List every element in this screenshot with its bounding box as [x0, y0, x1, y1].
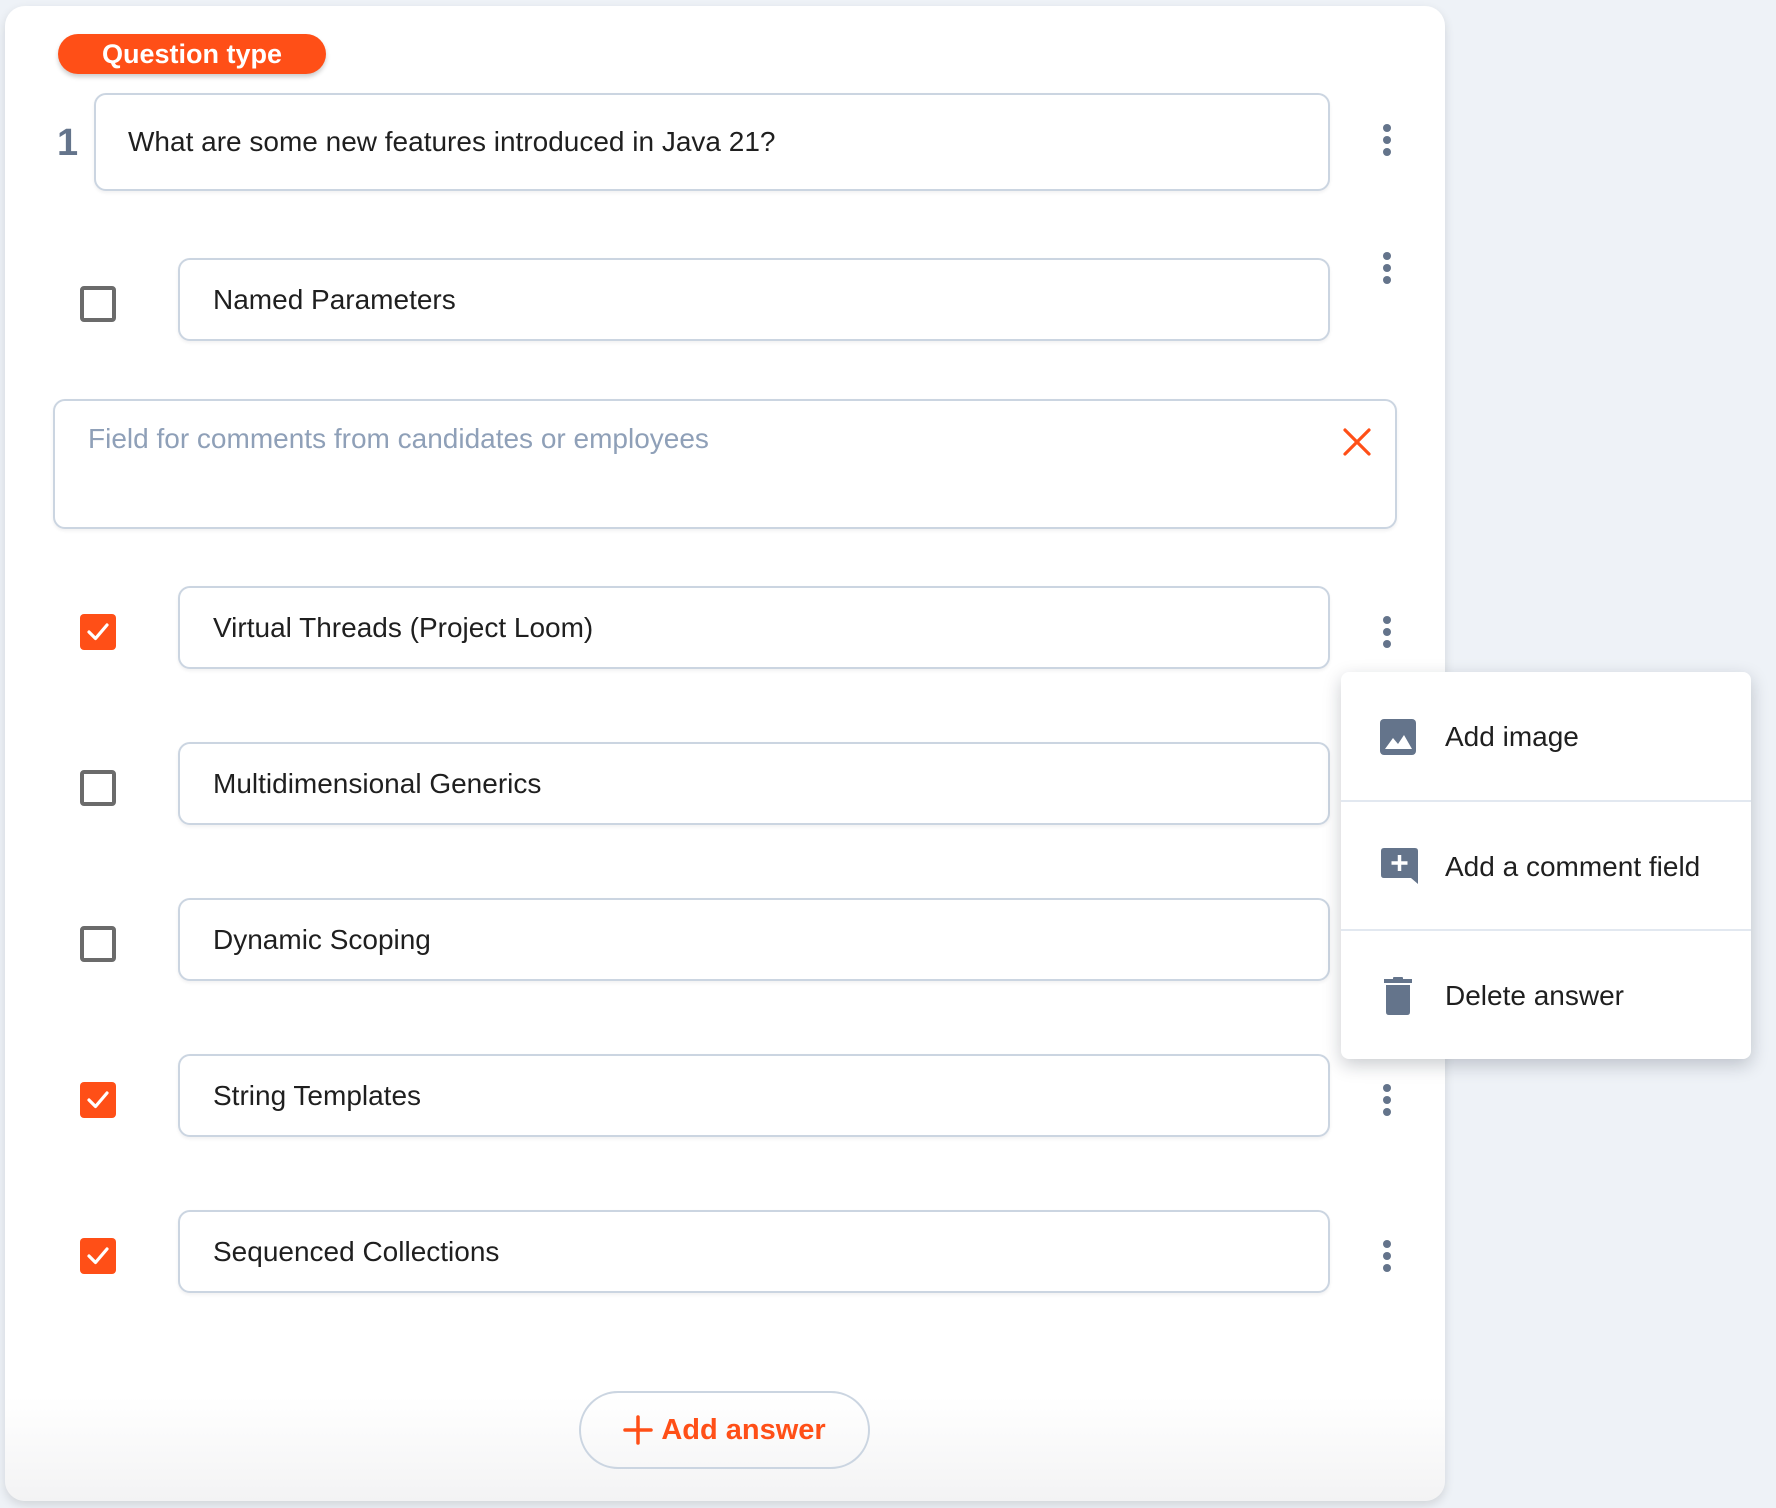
checkmark-icon [87, 1091, 109, 1109]
answer-more-button[interactable] [1375, 1078, 1399, 1122]
kebab-dot [1383, 1084, 1391, 1092]
menu-item-label: Add image [1445, 720, 1579, 752]
checkmark-icon [87, 1247, 109, 1265]
answer-checkbox-checked[interactable] [80, 614, 116, 650]
answer-more-button[interactable] [1375, 610, 1399, 654]
menu-item-label: Add a comment field [1445, 850, 1701, 882]
menu-item-label: Delete answer [1445, 979, 1624, 1011]
kebab-dot [1383, 136, 1391, 144]
question-number: 1 [57, 122, 79, 164]
answer-input[interactable]: Sequenced Collections [178, 1210, 1330, 1293]
answer-checkbox-checked[interactable] [80, 1082, 116, 1118]
kebab-dot [1383, 124, 1391, 132]
kebab-dot [1383, 628, 1391, 636]
answer-text: Dynamic Scoping [213, 923, 431, 955]
kebab-dot [1383, 1240, 1391, 1248]
answer-checkbox[interactable] [80, 286, 116, 322]
answer-input[interactable]: Dynamic Scoping [178, 898, 1330, 981]
trash-icon [1384, 976, 1412, 1015]
answer-input[interactable]: Named Parameters [178, 258, 1330, 341]
kebab-dot [1383, 640, 1391, 648]
kebab-dot [1383, 616, 1391, 624]
add-answer-button[interactable]: Add answer [579, 1391, 870, 1469]
remove-comment-button[interactable] [1342, 427, 1372, 457]
kebab-dot [1383, 148, 1391, 156]
image-icon [1380, 718, 1416, 755]
menu-item-add-image[interactable]: Add image [1341, 672, 1751, 801]
menu-item-delete-answer[interactable]: Delete answer [1341, 931, 1751, 1060]
answer-more-button[interactable] [1375, 246, 1399, 290]
answer-text: Virtual Threads (Project Loom) [213, 611, 594, 643]
menu-item-add-comment[interactable]: Add a comment field [1341, 802, 1751, 931]
add-answer-label: Add answer [661, 1413, 826, 1446]
kebab-dot [1383, 1096, 1391, 1104]
plus-icon [623, 1415, 654, 1445]
comment-placeholder: Field for comments from candidates or em… [88, 423, 709, 454]
answer-input[interactable]: Virtual Threads (Project Loom) [178, 586, 1330, 669]
answer-text: Named Parameters [213, 283, 456, 315]
kebab-dot [1383, 1252, 1391, 1260]
kebab-dot [1383, 1264, 1391, 1272]
answer-input[interactable]: String Templates [178, 1054, 1330, 1137]
kebab-dot [1383, 252, 1391, 260]
kebab-dot [1383, 1108, 1391, 1116]
answer-input[interactable]: Multidimensional Generics [178, 742, 1330, 825]
answer-text: String Templates [213, 1079, 422, 1111]
answer-more-button[interactable] [1375, 1234, 1399, 1278]
question-more-button[interactable] [1375, 118, 1399, 162]
question-type-badge[interactable]: Question type [58, 34, 326, 74]
answer-checkbox[interactable] [80, 926, 116, 962]
question-card: Question type 1 What are some new featur… [5, 6, 1445, 1501]
add-comment-icon [1381, 847, 1418, 884]
question-text: What are some new features introduced in… [128, 126, 776, 157]
close-icon [1343, 428, 1371, 456]
comment-field[interactable]: Field for comments from candidates or em… [53, 399, 1397, 529]
kebab-dot [1383, 276, 1391, 284]
answer-text: Multidimensional Generics [213, 767, 542, 799]
question-input[interactable]: What are some new features introduced in… [94, 93, 1330, 191]
checkmark-icon [87, 623, 109, 641]
answer-context-menu: Add image Add a comment field Delete ans… [1341, 672, 1751, 1059]
answer-checkbox[interactable] [80, 770, 116, 806]
answer-text: Sequenced Collections [213, 1235, 500, 1267]
answer-checkbox-checked[interactable] [80, 1238, 116, 1274]
kebab-dot [1383, 264, 1391, 272]
